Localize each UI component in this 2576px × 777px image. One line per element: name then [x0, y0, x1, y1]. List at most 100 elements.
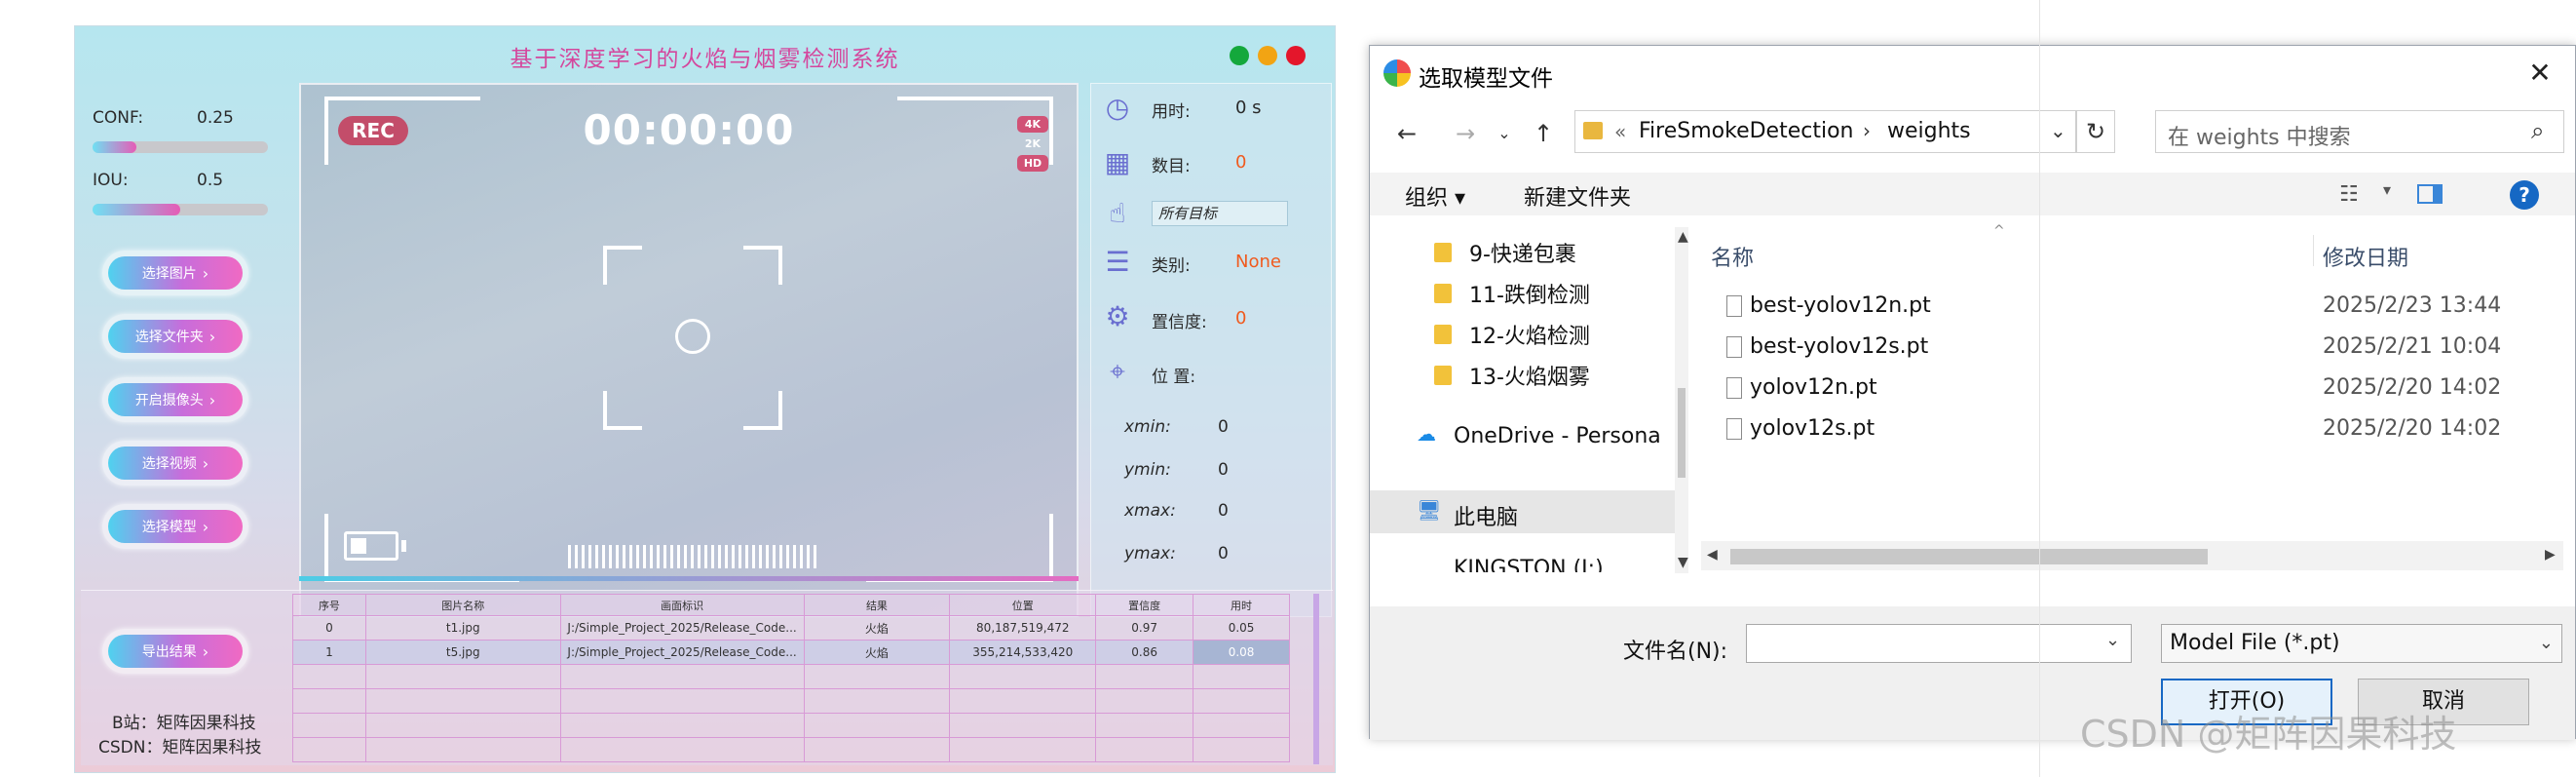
- organize-button[interactable]: 组织 ▾: [1405, 180, 1465, 212]
- conf-slider[interactable]: [93, 141, 268, 153]
- search-icon[interactable]: ⌕: [2531, 117, 2544, 144]
- table-scrollbar[interactable]: [1313, 594, 1319, 764]
- scroll-right-icon[interactable]: ▶: [2545, 547, 2556, 563]
- refresh-icon[interactable]: ↻: [2076, 110, 2115, 153]
- select-model-button[interactable]: 选择模型 ›: [102, 504, 248, 549]
- horizontal-scrollbar[interactable]: ◀ ▶: [1701, 541, 2563, 570]
- file-date: 2025/2/20 14:02: [2323, 375, 2502, 400]
- nav-item-11[interactable]: 11-跌倒检测: [1469, 278, 1590, 309]
- table-row[interactable]: 1 t5.jpg J:/Simple_Project_2025/Release_…: [292, 640, 1290, 665]
- filename-label: 文件名(N):: [1623, 640, 1728, 664]
- table-cell[interactable]: J:/Simple_Project_2025/Release_Code...: [559, 640, 805, 665]
- table-cell[interactable]: J:/Simple_Project_2025/Release_Code...: [559, 615, 805, 641]
- location-icon: ⌖: [1110, 355, 1125, 387]
- table-cell[interactable]: 0.05: [1193, 615, 1290, 641]
- breadcrumb-weights[interactable]: weights: [1887, 119, 1971, 143]
- preview-pane-icon[interactable]: [2417, 184, 2443, 204]
- scroll-left-icon[interactable]: ◀: [1707, 547, 1718, 563]
- close-icon[interactable]: ✕: [2519, 56, 2560, 91]
- table-cell[interactable]: 0: [292, 615, 366, 641]
- file-name[interactable]: yolov12s.pt: [1750, 416, 1875, 441]
- chevron-down-icon[interactable]: ⌄: [2050, 119, 2066, 142]
- select-video-button-face: 选择视频 ›: [108, 447, 243, 480]
- back-arrow-icon[interactable]: ←: [1389, 116, 1424, 151]
- breadcrumb-separator[interactable]: ›: [1863, 119, 1871, 142]
- file-type-filter[interactable]: Model File (*.pt) ⌄: [2161, 624, 2562, 663]
- table-cell[interactable]: 80,187,519,472: [949, 615, 1097, 641]
- nav-item-this-pc[interactable]: 此电脑: [1454, 500, 1518, 531]
- breadcrumb-overflow-icon[interactable]: «: [1614, 120, 1626, 143]
- table-cell[interactable]: 0.08: [1193, 640, 1290, 665]
- recent-chevron-icon[interactable]: ⌄: [1487, 116, 1522, 151]
- confidence-value: 0: [1235, 308, 1247, 329]
- maximize-button[interactable]: [1230, 46, 1249, 65]
- table-cell[interactable]: t1.jpg: [364, 615, 561, 641]
- select-video-button[interactable]: 选择视频 ›: [102, 441, 248, 486]
- select-image-button[interactable]: 选择图片 ›: [102, 251, 248, 295]
- count-value: 0: [1235, 152, 1247, 173]
- table-cell[interactable]: 355,214,533,420: [949, 640, 1097, 665]
- target-select[interactable]: 所有目标: [1152, 201, 1288, 226]
- table-header[interactable]: 置信度: [1095, 594, 1194, 616]
- nav-item-onedrive[interactable]: OneDrive - Persona: [1454, 424, 1661, 448]
- file-name[interactable]: yolov12n.pt: [1750, 375, 1877, 400]
- ymin-label: ymin:: [1124, 460, 1171, 480]
- focus-corner: [603, 391, 607, 430]
- address-bar[interactable]: « FireSmokeDetection › weights ⌄: [1574, 110, 2076, 153]
- focus-corner: [743, 426, 782, 430]
- video-display: REC 00:00:00 4K 2K HD: [299, 83, 1079, 617]
- column-header-date[interactable]: 修改日期: [2323, 241, 2408, 272]
- up-arrow-icon[interactable]: ↑: [1526, 116, 1561, 151]
- xmin-value: 0: [1218, 417, 1229, 437]
- nav-item-13[interactable]: 13-火焰烟雾: [1469, 360, 1590, 391]
- export-button[interactable]: 导出结果 ›: [102, 629, 248, 674]
- minimize-button[interactable]: [1258, 46, 1277, 65]
- table-header[interactable]: 用时: [1193, 594, 1290, 616]
- chevron-down-icon[interactable]: ▾: [2383, 180, 2391, 199]
- file-name[interactable]: best-yolov12n.pt: [1750, 293, 1931, 318]
- file-icon: [1726, 295, 1742, 317]
- iou-slider[interactable]: [93, 204, 268, 215]
- nav-item-9[interactable]: 9-快递包裹: [1469, 237, 1576, 268]
- table-header[interactable]: 画面标识: [559, 594, 805, 616]
- scroll-down-icon[interactable]: ▼: [1678, 555, 1688, 570]
- table-row[interactable]: 0 t1.jpg J:/Simple_Project_2025/Release_…: [292, 615, 1290, 641]
- nav-item-12[interactable]: 12-火焰检测: [1469, 319, 1590, 350]
- table-row-empty: [292, 688, 1290, 714]
- forward-arrow-icon[interactable]: →: [1448, 116, 1483, 151]
- select-folder-button[interactable]: 选择文件夹 ›: [102, 314, 248, 359]
- table-cell[interactable]: 0.86: [1095, 640, 1194, 665]
- column-divider[interactable]: [2313, 235, 2314, 266]
- focus-target-icon: [675, 319, 710, 354]
- chevron-down-icon[interactable]: ⌄: [2105, 630, 2120, 650]
- table-header[interactable]: 位置: [949, 594, 1097, 616]
- select-video-label: 选择视频: [141, 456, 197, 472]
- position-label: 位 置:: [1152, 368, 1196, 387]
- file-name[interactable]: best-yolov12s.pt: [1750, 334, 1928, 359]
- table-header[interactable]: 结果: [803, 594, 951, 616]
- column-header-name[interactable]: 名称: [1711, 241, 1754, 272]
- search-input[interactable]: 在 weights 中搜索 ⌕: [2155, 110, 2564, 153]
- table-cell[interactable]: 火焰: [803, 615, 951, 641]
- table-header[interactable]: 序号: [292, 594, 366, 616]
- filename-input[interactable]: [1746, 624, 2132, 663]
- chevron-down-icon[interactable]: ⌄: [2539, 625, 2554, 662]
- new-folder-button[interactable]: 新建文件夹: [1524, 180, 1631, 212]
- horizontal-scrollbar-thumb[interactable]: [1730, 549, 2208, 564]
- file-date: 2025/2/20 14:02: [2323, 416, 2502, 441]
- table-cell[interactable]: t5.jpg: [364, 640, 561, 665]
- table-header[interactable]: 图片名称: [364, 594, 561, 616]
- nav-item-kingston[interactable]: KINGSTON (J:): [1454, 557, 1604, 572]
- folder-icon: [1434, 325, 1452, 344]
- nav-scrollbar-thumb[interactable]: [1678, 388, 1686, 478]
- nav-selected-highlight: [1370, 490, 1675, 533]
- breadcrumb-firesmokedetection[interactable]: FireSmokeDetection: [1639, 119, 1853, 143]
- table-cell[interactable]: 1: [292, 640, 366, 665]
- help-icon[interactable]: ?: [2510, 180, 2539, 210]
- table-cell[interactable]: 火焰: [803, 640, 951, 665]
- scroll-up-icon[interactable]: ▲: [1678, 229, 1688, 245]
- open-camera-button[interactable]: 开启摄像头 ›: [102, 377, 248, 422]
- close-button[interactable]: [1286, 46, 1306, 65]
- table-cell[interactable]: 0.97: [1095, 615, 1194, 641]
- view-options-icon[interactable]: ☷: [2339, 182, 2359, 207]
